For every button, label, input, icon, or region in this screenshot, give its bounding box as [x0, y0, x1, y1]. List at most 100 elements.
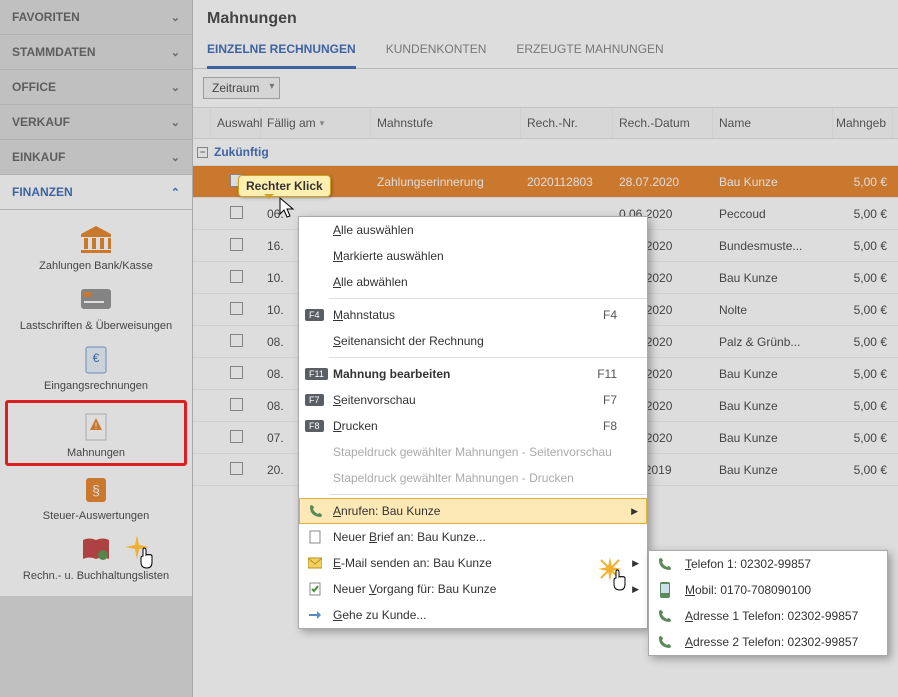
submenu-arrow-icon: ▶	[632, 584, 639, 595]
checkbox[interactable]	[230, 238, 243, 251]
zeitraum-dropdown[interactable]: Zeitraum	[203, 77, 280, 99]
checkbox[interactable]	[230, 366, 243, 379]
submenu-label: Telefon 1: 02302-99857	[685, 557, 811, 571]
panel-btn-zahlungen[interactable]: Zahlungen Bank/Kasse	[5, 220, 187, 276]
sidebar-item-stammdaten[interactable]: STAMMDATEN ⌄	[0, 35, 192, 70]
checkbox[interactable]	[230, 302, 243, 315]
tab-bar: EINZELNE RECHNUNGEN KUNDENKONTEN ERZEUGT…	[193, 34, 898, 69]
tab-einzelne[interactable]: EINZELNE RECHNUNGEN	[207, 34, 356, 69]
col-faellig[interactable]: Fällig am▾	[261, 108, 371, 138]
cell-amt: 5,00 €	[833, 271, 893, 285]
panel-btn-eingangsrechnungen[interactable]: € Eingangsrechnungen	[5, 340, 187, 396]
cell-name: Bau Kunze	[713, 367, 833, 381]
sidebar-label: FAVORITEN	[12, 10, 80, 24]
col-name[interactable]: Name	[713, 108, 833, 138]
collapse-icon[interactable]: −	[197, 147, 208, 158]
menu-item[interactable]: Neuer Brief an: Bau Kunze...	[299, 524, 647, 550]
task-icon	[307, 581, 323, 597]
cell-amt: 5,00 €	[833, 335, 893, 349]
shortcut-badge: F7	[305, 394, 324, 406]
cell-amt: 5,00 €	[833, 399, 893, 413]
checkbox[interactable]	[230, 334, 243, 347]
checkbox[interactable]	[230, 462, 243, 475]
cell-name: Bau Kunze	[713, 175, 833, 189]
cell-name: Nolte	[713, 303, 833, 317]
sidebar-label: EINKAUF	[12, 150, 65, 164]
submenu-item[interactable]: Mobil: 0170-708090100	[649, 577, 887, 603]
menu-label: Markierte auswählen	[333, 249, 444, 263]
panel-btn-mahnungen[interactable]: ! Mahnungen	[5, 400, 187, 466]
col-auswahl[interactable]: Auswahl	[211, 108, 261, 138]
col-mahngeb[interactable]: Mahngeb	[833, 108, 893, 138]
menu-label: Anrufen: Bau Kunze	[333, 504, 440, 518]
menu-item[interactable]: F7SeitenvorschauF7	[299, 387, 647, 413]
panel-label: Steuer-Auswertungen	[43, 510, 149, 522]
sidebar-label: STAMMDATEN	[12, 45, 96, 59]
group-row[interactable]: −Zukünftig	[193, 139, 898, 166]
chevron-down-icon: ⌄	[171, 46, 180, 59]
sidebar-label: VERKAUF	[12, 115, 70, 129]
menu-item[interactable]: Alle auswählen	[299, 217, 647, 243]
submenu-item[interactable]: Adresse 1 Telefon: 02302-99857	[649, 603, 887, 629]
checkbox[interactable]	[230, 270, 243, 283]
tab-erzeugte[interactable]: ERZEUGTE MAHNUNGEN	[516, 34, 663, 68]
card-icon	[80, 284, 112, 316]
panel-btn-buchhaltung[interactable]: Rechn.- u. Buchhaltungslisten	[5, 530, 187, 586]
col-mahnstufe[interactable]: Mahnstufe	[371, 108, 521, 138]
menu-item[interactable]: Neuer Vorgang für: Bau Kunze▶	[299, 576, 647, 602]
group-label: Zukünftig	[214, 145, 269, 159]
warning-doc-icon: !	[80, 411, 112, 443]
submenu-item[interactable]: Adresse 2 Telefon: 02302-99857	[649, 629, 887, 655]
scroll-icon: §	[80, 474, 112, 506]
book-icon	[80, 534, 112, 566]
tab-kundenkonten[interactable]: KUNDENKONTEN	[386, 34, 487, 68]
sidebar-item-favoriten[interactable]: FAVORITEN⌄	[0, 0, 192, 35]
checkbox[interactable]	[230, 430, 243, 443]
panel-label: Mahnungen	[67, 447, 125, 459]
cell-date: 28.07.2020	[613, 175, 713, 189]
panel-btn-steuer[interactable]: § Steuer-Auswertungen	[5, 470, 187, 526]
menu-item[interactable]: F11Mahnung bearbeitenF11	[299, 361, 647, 387]
panel-btn-lastschriften[interactable]: Lastschriften & Überweisungen	[5, 280, 187, 336]
menu-item[interactable]: Anrufen: Bau Kunze▶	[299, 498, 647, 524]
menu-label: Alle auswählen	[333, 223, 414, 237]
sidebar-item-verkauf[interactable]: VERKAUF⌄	[0, 105, 192, 140]
cell-no: 2020112803	[521, 175, 613, 189]
submenu-item[interactable]: Telefon 1: 02302-99857	[649, 551, 887, 577]
menu-item[interactable]: Alle abwählen	[299, 269, 647, 295]
menu-label: Seitenansicht der Rechnung	[333, 334, 484, 348]
svg-text:§: §	[92, 482, 100, 498]
menu-item[interactable]: Seitenansicht der Rechnung	[299, 328, 647, 354]
svg-text:!: !	[95, 421, 98, 431]
menu-item[interactable]: F8DruckenF8	[299, 413, 647, 439]
col-rechnr[interactable]: Rech.-Nr.	[521, 108, 613, 138]
sidebar-item-einkauf[interactable]: EINKAUF⌄	[0, 140, 192, 175]
sidebar-item-finanzen[interactable]: FINANZEN⌃	[0, 175, 192, 210]
toolbar: Zeitraum	[193, 69, 898, 107]
shortcut-badge: F8	[305, 420, 324, 432]
shortcut-key: F8	[603, 419, 617, 433]
sub-menu: Telefon 1: 02302-99857 Mobil: 0170-708090…	[648, 550, 888, 656]
shortcut-key: F7	[603, 393, 617, 407]
menu-item[interactable]: Markierte auswählen	[299, 243, 647, 269]
menu-item: Stapeldruck gewählter Mahnungen - Seiten…	[299, 439, 647, 465]
checkbox[interactable]	[230, 206, 243, 219]
checkbox[interactable]	[230, 398, 243, 411]
sidebar-panel: Zahlungen Bank/Kasse Lastschriften & Übe…	[0, 210, 192, 596]
context-menu: Alle auswählen Markierte auswählen Alle ab…	[298, 216, 648, 629]
menu-item: Stapeldruck gewählter Mahnungen - Drucke…	[299, 465, 647, 491]
phone-icon	[657, 608, 673, 624]
col-rechdatum[interactable]: Rech.-Datum	[613, 108, 713, 138]
svg-text:€: €	[93, 351, 100, 365]
shortcut-key: F11	[597, 367, 617, 381]
menu-item[interactable]: F4MahnstatusF4	[299, 302, 647, 328]
shortcut-key: F4	[603, 308, 617, 322]
chevron-down-icon: ⌄	[171, 81, 180, 94]
sidebar-item-office[interactable]: OFFICE⌄	[0, 70, 192, 105]
menu-item[interactable]: Gehe zu Kunde...	[299, 602, 647, 628]
mobile-icon	[657, 582, 673, 598]
cell-name: Bau Kunze	[713, 463, 833, 477]
chevron-up-icon: ⌃	[171, 186, 180, 199]
menu-item[interactable]: E-Mail senden an: Bau Kunze▶	[299, 550, 647, 576]
submenu-arrow-icon: ▶	[632, 558, 639, 569]
